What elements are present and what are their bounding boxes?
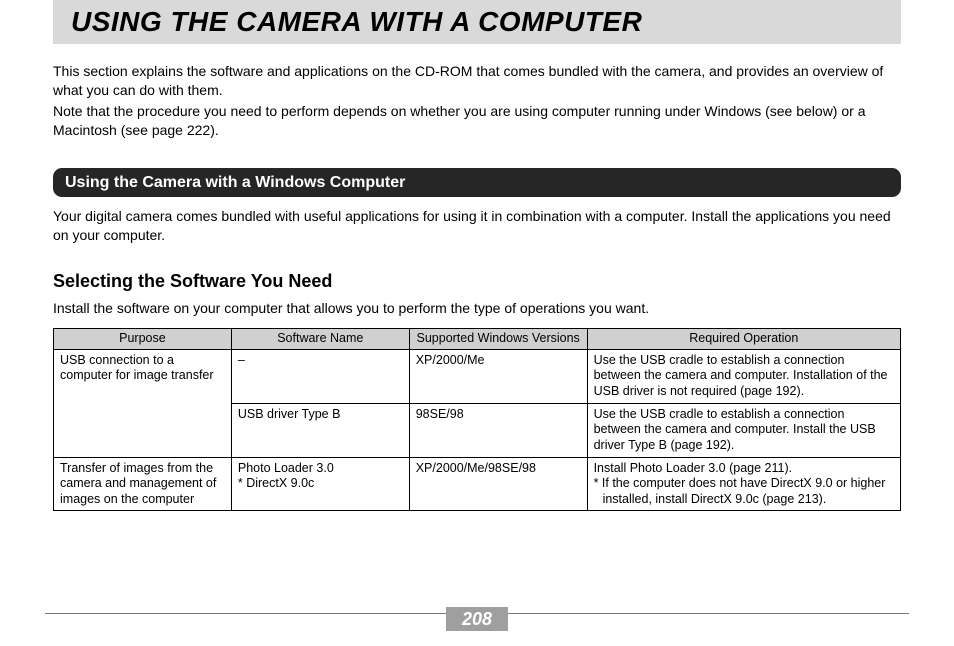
th-operation: Required Operation (587, 329, 900, 350)
intro-paragraph-1: This section explains the software and a… (53, 62, 901, 100)
cell-purpose: USB connection to a computer for image t… (54, 349, 232, 457)
content-area: This section explains the software and a… (53, 62, 901, 511)
cell-operation: Use the USB cradle to establish a connec… (587, 403, 900, 457)
th-purpose: Purpose (54, 329, 232, 350)
section-heading-pill: Using the Camera with a Windows Computer (53, 168, 901, 198)
document-page: USING THE CAMERA WITH A COMPUTER This se… (0, 0, 954, 646)
table-row: Transfer of images from the camera and m… (54, 457, 901, 511)
cell-operation: Install Photo Loader 3.0 (page 211). * I… (587, 457, 900, 511)
operation-line: Install Photo Loader 3.0 (page 211). (594, 461, 894, 477)
section-lead: Your digital camera comes bundled with u… (53, 207, 901, 245)
page-title: USING THE CAMERA WITH A COMPUTER (71, 6, 883, 38)
th-software: Software Name (231, 329, 409, 350)
cell-software: Photo Loader 3.0 * DirectX 9.0c (231, 457, 409, 511)
intro-paragraph-2: Note that the procedure you need to perf… (53, 102, 901, 140)
th-versions: Supported Windows Versions (409, 329, 587, 350)
cell-versions: XP/2000/Me/98SE/98 (409, 457, 587, 511)
subsection-lead: Install the software on your computer th… (53, 299, 901, 318)
page-footer: 208 (0, 613, 954, 636)
title-band: USING THE CAMERA WITH A COMPUTER (53, 0, 901, 44)
cell-operation: Use the USB cradle to establish a connec… (587, 349, 900, 403)
operation-line: * If the computer does not have DirectX … (594, 476, 894, 507)
cell-purpose: Transfer of images from the camera and m… (54, 457, 232, 511)
software-table: Purpose Software Name Supported Windows … (53, 328, 901, 511)
cell-software: USB driver Type B (231, 403, 409, 457)
table-header-row: Purpose Software Name Supported Windows … (54, 329, 901, 350)
cell-versions: 98SE/98 (409, 403, 587, 457)
table-row: USB connection to a computer for image t… (54, 349, 901, 403)
subsection-heading: Selecting the Software You Need (53, 269, 901, 293)
cell-versions: XP/2000/Me (409, 349, 587, 403)
software-line: * DirectX 9.0c (238, 476, 403, 492)
footer-rule: 208 (45, 613, 909, 636)
page-number: 208 (446, 607, 508, 631)
software-line: Photo Loader 3.0 (238, 461, 403, 477)
cell-software: – (231, 349, 409, 403)
